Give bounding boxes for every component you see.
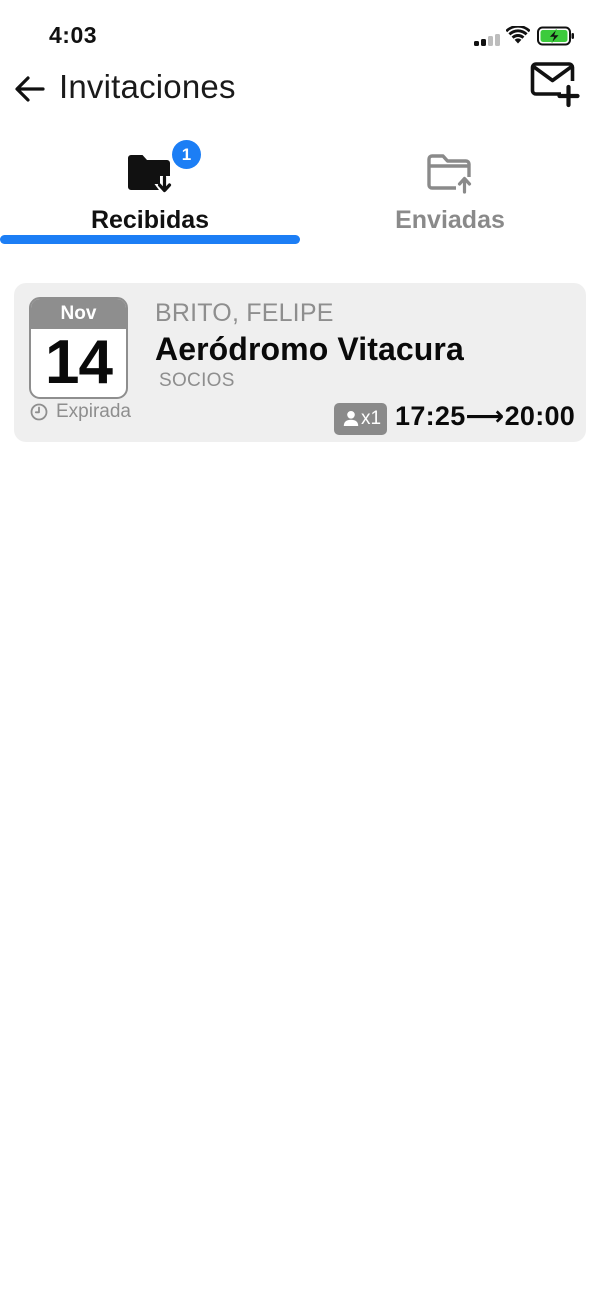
time-range: 17:25⟶20:00 xyxy=(395,401,576,431)
tab-sent-label: Enviadas xyxy=(395,206,505,234)
signal-icon xyxy=(474,34,500,46)
battery-charging-icon xyxy=(537,26,574,46)
guests-count: x1 xyxy=(361,408,382,429)
unread-badge: 1 xyxy=(172,140,201,169)
tab-bar: 1 Recibidas Enviadas xyxy=(0,140,600,246)
tab-sent[interactable]: Enviadas xyxy=(300,140,600,246)
tab-received[interactable]: 1 Recibidas xyxy=(0,140,300,246)
arrow-left-icon[interactable] xyxy=(13,72,47,106)
invitation-card[interactable]: Nov 14 Expirada BRITO, FELIPE Aeródromo … xyxy=(14,283,586,442)
page-title: Invitaciones xyxy=(59,68,236,105)
calendar-month: Nov xyxy=(31,299,126,329)
host-name: BRITO, FELIPE xyxy=(155,299,334,327)
place-name: Aeródromo Vitacura xyxy=(155,331,464,367)
calendar-day: 14 xyxy=(45,328,113,397)
app-header: Invitaciones xyxy=(0,62,600,124)
person-icon xyxy=(343,411,359,426)
status-time: 4:03 xyxy=(49,22,98,48)
folder-upload-icon xyxy=(427,154,472,194)
guests-badge: x1 xyxy=(334,403,387,435)
tab-received-label: Recibidas xyxy=(90,206,210,234)
status-bar: 4:03 xyxy=(0,0,600,64)
clock-icon xyxy=(30,403,48,421)
folder-download-icon xyxy=(128,155,172,193)
status-text: Expirada xyxy=(56,401,131,422)
invitation-category: SOCIOS xyxy=(159,370,235,391)
mail-plus-icon[interactable] xyxy=(530,62,580,108)
wifi-icon xyxy=(506,26,530,44)
active-tab-indicator xyxy=(0,235,300,244)
calendar-date: Nov 14 xyxy=(29,297,128,399)
